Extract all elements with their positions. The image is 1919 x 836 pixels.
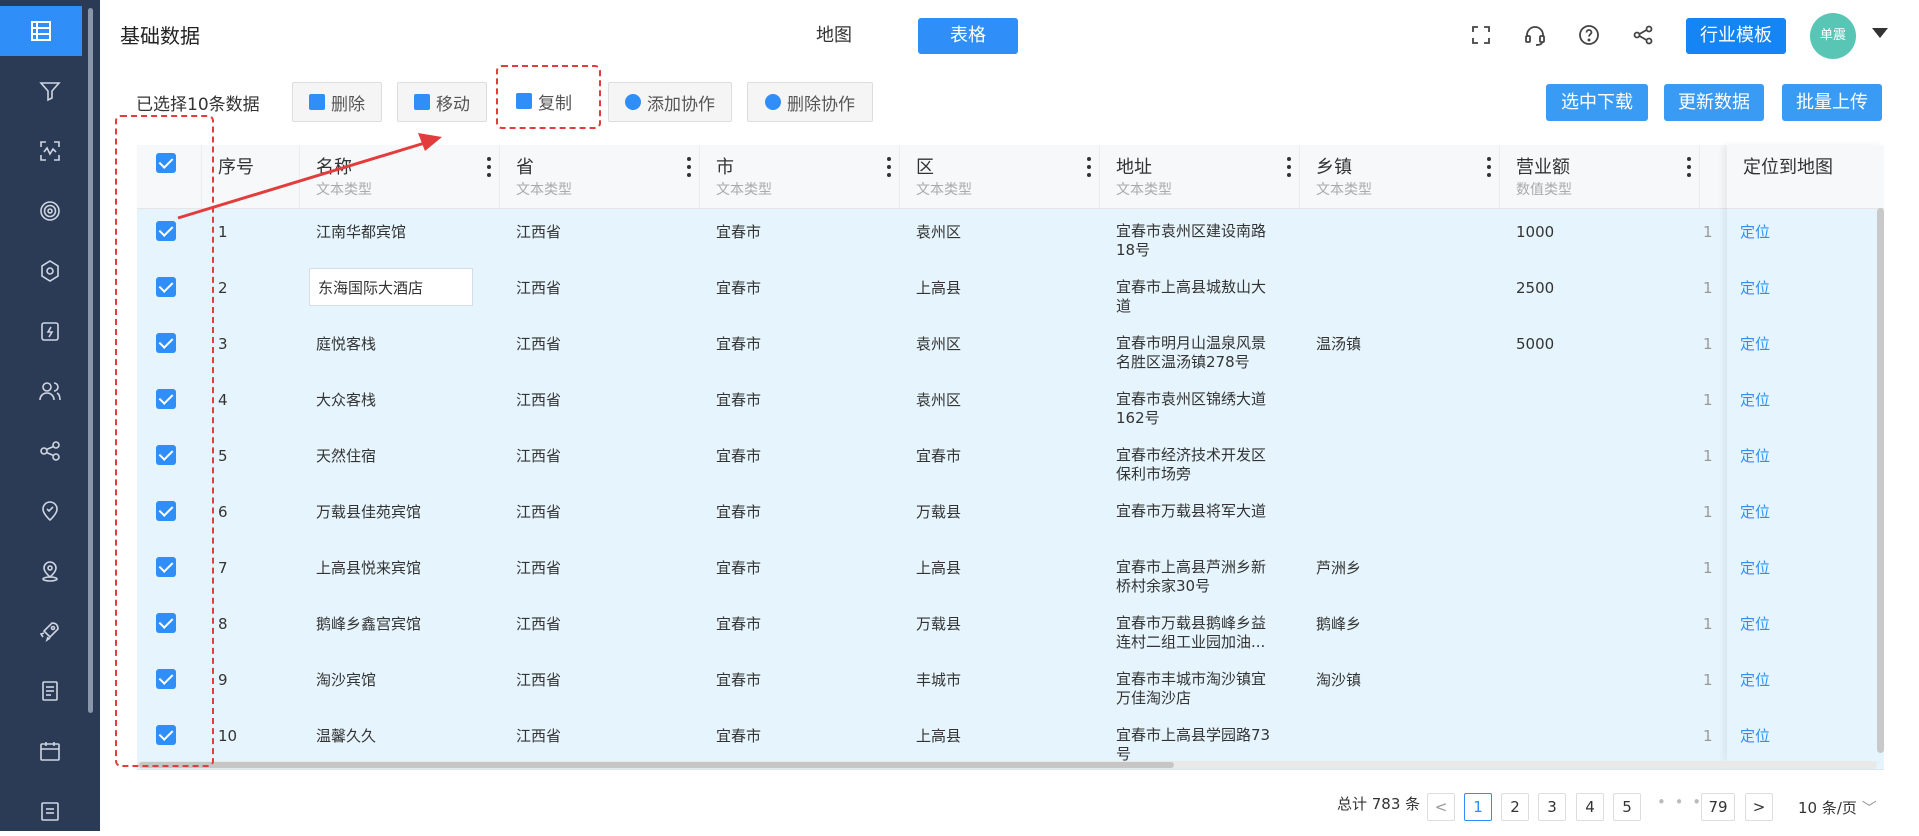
annotation-arrow	[177, 133, 442, 220]
